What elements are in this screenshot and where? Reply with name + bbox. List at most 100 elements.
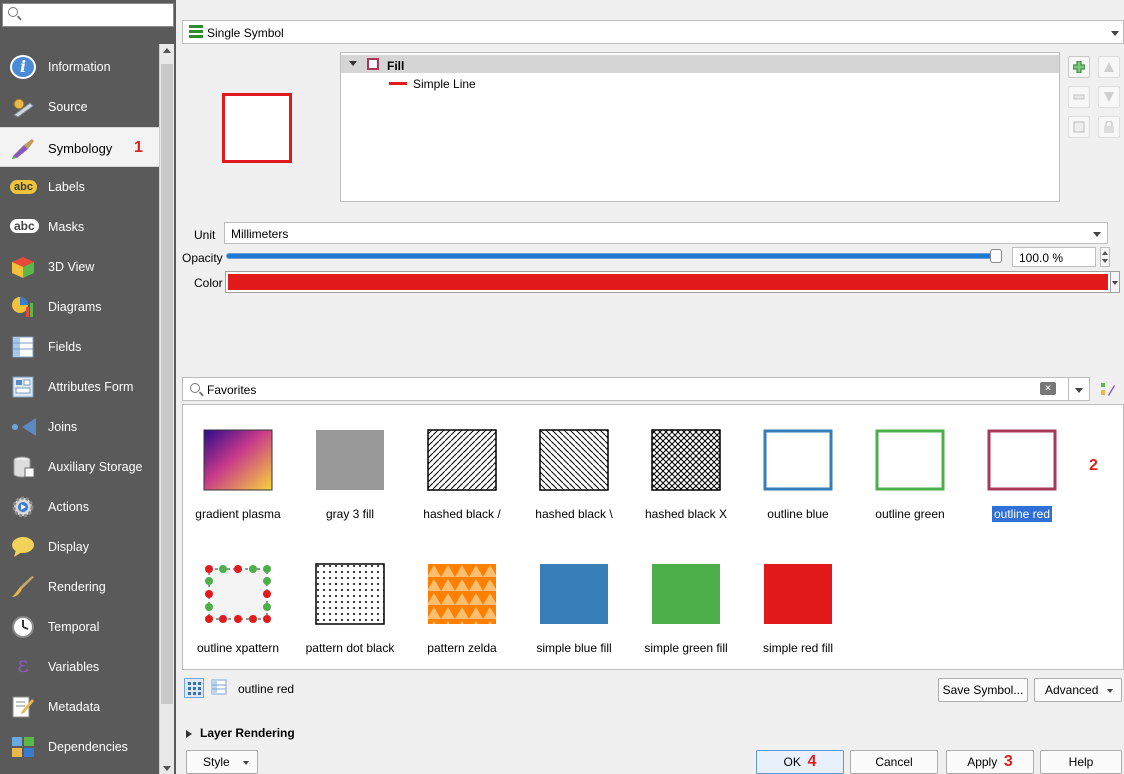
sidebar-item-auxiliary-storage[interactable]: Auxiliary Storage [0,447,159,487]
sidebar-item-masks[interactable]: abc Masks [0,207,159,247]
chevron-down-icon [1112,281,1118,285]
tree-row-fill[interactable]: Fill [341,55,1059,73]
advanced-button[interactable]: Advanced [1034,678,1122,702]
sidebar-item-temporal[interactable]: Temporal [0,607,159,647]
metadata-icon [12,696,34,718]
selected-symbol-name: outline red [238,682,295,696]
lock-layer-button[interactable] [1098,116,1120,138]
symbol-preview [222,93,292,163]
sidebar-item-attributes-form[interactable]: Attributes Form [0,367,159,407]
add-layer-button[interactable] [1068,56,1090,78]
sidebar-item-symbology[interactable]: Symbology 1 [0,127,159,167]
symbol-editor: Fill Simple Line [182,44,1124,210]
color-button[interactable] [225,271,1111,293]
fill-symbol-icon [367,58,379,70]
color-swatch [228,274,1108,290]
form-icon [12,376,34,398]
opacity-spinbox[interactable]: 100.0 % [1012,247,1096,267]
style-button[interactable]: Style [186,750,258,774]
triangle-up-icon [1104,62,1114,72]
cancel-button[interactable]: Cancel [850,750,938,774]
red-fill-thumbnail [764,564,832,624]
plus-icon [1073,61,1085,73]
annotation-1: 1 [134,139,143,156]
symbol-bottom-bar: outline red Save Symbol... Advanced [182,678,1124,704]
expand-arrow-icon[interactable] [349,61,357,66]
style-manager-icon[interactable] [1100,381,1116,397]
symbol-search-input[interactable]: Favorites [182,377,1076,401]
icon-view-button[interactable] [184,678,204,698]
clear-search-icon[interactable]: ✕ [1040,382,1056,395]
hashed-x-thumbnail [651,429,721,491]
outline-blue-thumbnail [763,429,833,491]
pattern-dot-thumbnail [315,563,385,625]
sidebar-item-rendering[interactable]: Rendering [0,567,159,607]
sidebar-item-dependencies[interactable]: Dependencies [0,727,159,767]
sidebar-item-display[interactable]: Display [0,527,159,567]
sidebar-item-joins[interactable]: Joins [0,407,159,447]
unit-select[interactable]: Millimeters [224,222,1108,244]
blue-fill-thumbnail [540,564,608,624]
symbol-properties: Unit Millimeters Opacity 100.0 % Color [182,222,1124,302]
sidebar-scrollbar[interactable] [159,44,174,774]
remove-layer-button[interactable] [1068,86,1090,108]
ok-button[interactable]: OK 4 [756,750,844,774]
search-icon [190,383,200,393]
expand-arrow-icon[interactable] [186,729,192,738]
duplicate-layer-button[interactable] [1068,116,1090,138]
outline-xpattern-thumbnail [205,565,271,623]
apply-button[interactable]: Apply 3 [946,750,1034,774]
color-dropdown-button[interactable] [1110,271,1120,293]
epsilon-icon: ε [17,653,29,678]
sidebar-item-metadata[interactable]: Metadata [0,687,159,727]
opacity-slider[interactable] [226,253,996,259]
move-down-button[interactable] [1098,86,1120,108]
sidebar-item-diagrams[interactable]: Diagrams [0,287,159,327]
outline-red-thumbnail [987,429,1057,491]
color-label: Color [194,276,223,290]
opacity-slider-handle[interactable] [990,249,1002,263]
annotation-2: 2 [1089,457,1098,474]
table-icon [211,679,227,695]
sidebar-item-labels[interactable]: abc Labels [0,167,159,207]
tree-row-simple-line[interactable]: Simple Line [413,77,476,91]
move-up-button[interactable] [1098,56,1120,78]
actions-icon [12,496,34,518]
single-symbol-icon [189,25,203,39]
symbol-layer-tree[interactable]: Fill Simple Line [340,52,1060,202]
triangle-down-icon [1104,92,1114,102]
scroll-down-icon[interactable] [163,766,171,771]
source-icon [13,98,34,118]
grid-icon [188,682,201,695]
gray-fill-thumbnail [316,430,384,490]
help-button[interactable]: Help [1040,750,1122,774]
annotation-3: 3 [1003,753,1013,770]
opacity-spin-buttons[interactable] [1100,247,1110,267]
info-icon: i [10,55,36,79]
annotation-4: 4 [807,753,817,770]
sidebar-item-fields[interactable]: Fields [0,327,159,367]
list-view-button[interactable] [210,678,230,698]
renderer-select[interactable]: Single Symbol [182,20,1124,44]
simple-line-icon [389,82,407,85]
scroll-up-icon[interactable] [163,48,171,53]
save-symbol-button[interactable]: Save Symbol... [938,678,1028,702]
pattern-zelda-thumbnail [428,564,496,624]
dependencies-icon [12,737,34,757]
sidebar-item-actions[interactable]: Actions [0,487,159,527]
green-fill-thumbnail [652,564,720,624]
symbol-gallery[interactable]: gradient plasma gray 3 fill hashed black… [182,404,1124,670]
hashed-slash-thumbnail [427,429,497,491]
duplicate-icon [1073,121,1085,133]
chevron-down-icon [1107,689,1113,693]
scroll-thumb[interactable] [161,64,173,704]
layer-rendering-section[interactable]: Layer Rendering [186,726,295,740]
sidebar-item-variables[interactable]: ε Variables [0,647,159,687]
sidebar-search-input[interactable] [2,3,174,27]
masks-icon: abc [10,215,39,239]
group-dropdown-button[interactable] [1068,377,1090,401]
sidebar-item-source[interactable]: Source [0,87,159,127]
sidebar-item-3d-view[interactable]: 3D View [0,247,159,287]
sidebar-item-information[interactable]: i Information [0,47,159,87]
minus-icon [1073,94,1085,100]
